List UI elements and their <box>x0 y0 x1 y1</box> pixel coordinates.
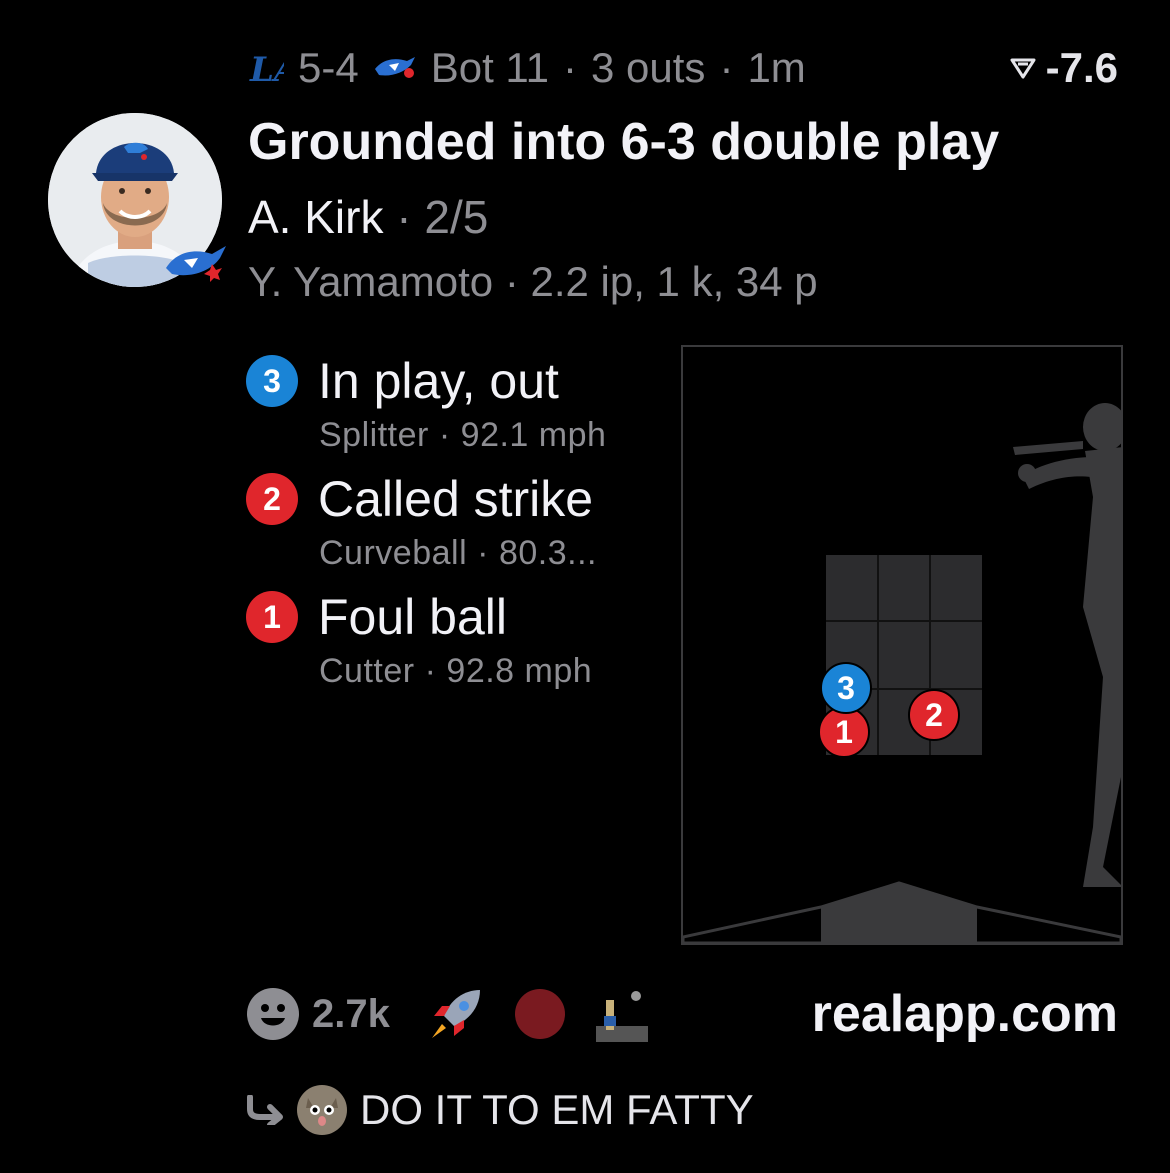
dodgers-logo-icon: LA <box>249 50 284 89</box>
rocket-emoji-icon[interactable] <box>428 986 484 1042</box>
zone-cell <box>878 622 930 688</box>
play-title: Grounded into 6-3 double play <box>248 113 1000 171</box>
batter-stats: 2/5 <box>424 191 489 243</box>
zone-cell <box>878 555 930 621</box>
pitch-type: Splitter <box>319 416 429 454</box>
win-probability[interactable]: -7.6 <box>1010 40 1118 96</box>
pitch-detail: Curveball · 80.3... <box>319 534 597 572</box>
pitch-speed: 80.3... <box>498 534 597 572</box>
post-age: 1m <box>747 44 806 91</box>
outs: 3 outs <box>591 44 706 91</box>
pitch-item-2: 2 Called strike Curveball · 80.3... <box>246 470 666 573</box>
pitch-result: Foul ball <box>318 589 507 645</box>
cat-avatar-icon[interactable] <box>296 1084 348 1136</box>
zone-cell <box>826 555 877 621</box>
pitch-location-2[interactable]: 2 <box>908 689 960 741</box>
pitch-result: In play, out <box>318 353 559 409</box>
pitch-location-3[interactable]: 3 <box>820 662 872 714</box>
pitch-number-badge: 2 <box>246 473 298 525</box>
team-badge-icon <box>166 246 226 282</box>
score-line: LA 5-4 Bot 11 · 3 outs · 1m <box>249 44 806 91</box>
win-probability-icon <box>1010 58 1036 79</box>
reaction-count: 2.7k <box>312 991 390 1036</box>
pitch-item-3: 3 In play, out Splitter · 92.1 mph <box>246 352 666 455</box>
pitch-number-badge: 3 <box>246 355 298 407</box>
reply-arrow-icon <box>247 1095 283 1125</box>
win-probability-value: -7.6 <box>1045 44 1118 91</box>
astronaut-moon-emoji-icon[interactable] <box>595 986 648 1042</box>
pitch-speed: 92.1 mph <box>460 416 607 454</box>
batter-name[interactable]: A. Kirk <box>248 191 383 243</box>
blue-jays-logo-icon <box>374 57 415 78</box>
site-link[interactable]: realapp.com <box>812 984 1118 1044</box>
pitch-type: Cutter <box>319 652 415 690</box>
zone-cell <box>931 555 982 621</box>
pitch-item-1: 1 Foul ball Cutter · 92.8 mph <box>246 588 666 691</box>
batter-line[interactable]: A. Kirk · 2/5 <box>248 190 488 244</box>
pitch-type: Curveball <box>319 534 468 572</box>
smiley-face-icon[interactable] <box>246 987 300 1041</box>
footer-bar: 2.7k realapp.com <box>246 982 1118 1046</box>
pitch-speed: 92.8 mph <box>446 652 593 690</box>
reply-row[interactable]: DO IT TO EM FATTY <box>246 1080 754 1140</box>
pitcher-line[interactable]: Y. Yamamoto · 2.2 ip, 1 k, 34 p <box>248 258 818 306</box>
zone-cell <box>931 622 982 688</box>
pitch-number-badge: 1 <box>246 591 298 643</box>
inning: Bot 11 <box>430 44 550 91</box>
reply-text: DO IT TO EM FATTY <box>360 1086 754 1133</box>
red-circle-emoji-icon[interactable] <box>514 988 566 1040</box>
game-score: 5-4 <box>298 44 359 91</box>
svg-text:LA: LA <box>249 50 284 89</box>
pitch-detail: Cutter · 92.8 mph <box>319 652 593 690</box>
pitch-result: Called strike <box>318 471 594 527</box>
pitch-detail: Splitter · 92.1 mph <box>319 416 607 454</box>
